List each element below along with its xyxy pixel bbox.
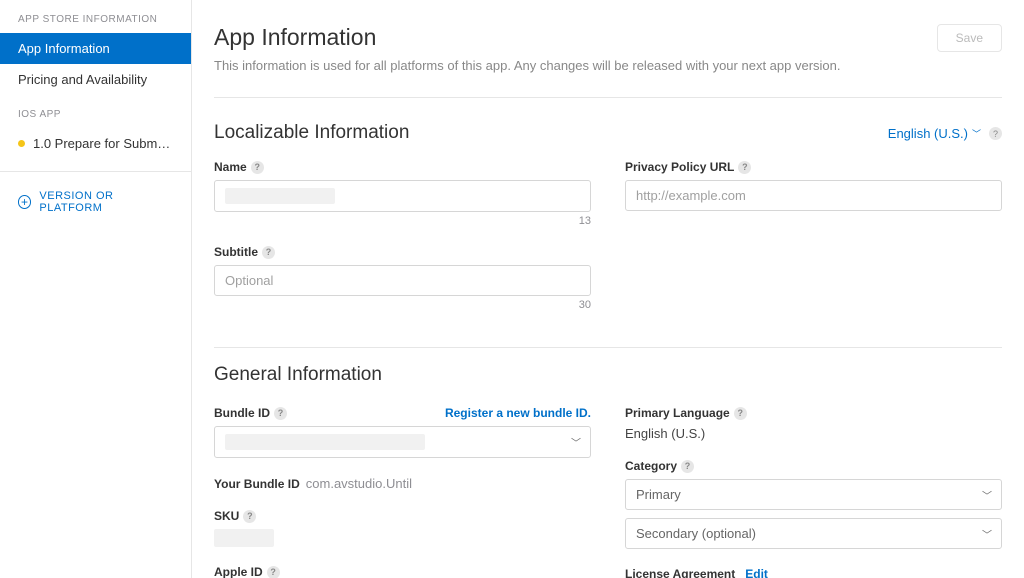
subtitle-label: Subtitle ? [214, 245, 591, 259]
help-icon[interactable]: ? [267, 566, 280, 578]
sidebar-item-label: 1.0 Prepare for Submissi... [33, 136, 173, 151]
plus-circle-icon: + [18, 195, 31, 209]
privacy-url-input[interactable] [625, 180, 1002, 211]
language-selector[interactable]: English (U.S.) ﹀ ? [888, 126, 1002, 141]
your-bundle-id-label: Your Bundle ID [214, 477, 300, 491]
main-content: App Information Save This information is… [192, 0, 1024, 578]
sidebar-item-label: Pricing and Availability [18, 72, 147, 87]
license-edit-link[interactable]: Edit [745, 567, 768, 578]
language-selector-label: English (U.S.) [888, 126, 968, 141]
help-icon[interactable]: ? [251, 161, 264, 174]
section-divider [214, 97, 1002, 98]
add-version-platform-label: VERSION OR PLATFORM [39, 190, 173, 214]
help-icon[interactable]: ? [262, 246, 275, 259]
category-label: Category ? [625, 459, 1002, 473]
name-char-count: 13 [214, 215, 591, 227]
name-label: Name ? [214, 160, 591, 174]
status-dot-icon [18, 140, 25, 147]
bundle-id-label: Bundle ID ? [214, 406, 287, 420]
redacted-sku-value [214, 529, 274, 547]
register-bundle-link[interactable]: Register a new bundle ID. [445, 406, 591, 420]
name-input[interactable] [214, 180, 591, 212]
add-version-platform-button[interactable]: + VERSION OR PLATFORM [0, 184, 191, 220]
save-button[interactable]: Save [937, 24, 1002, 52]
page-title: App Information [214, 24, 376, 51]
help-icon[interactable]: ? [243, 510, 256, 523]
section-localizable-heading: Localizable Information [214, 122, 409, 144]
section-general-heading: General Information [214, 364, 1002, 386]
sidebar-divider [0, 171, 191, 172]
category-primary-select[interactable]: Primary [625, 479, 1002, 510]
license-agreement-label: License Agreement [625, 567, 735, 578]
help-icon[interactable]: ? [681, 460, 694, 473]
subtitle-input[interactable] [214, 265, 591, 296]
primary-language-value: English (U.S.) [625, 426, 1002, 441]
sidebar-item-version[interactable]: 1.0 Prepare for Submissi... [0, 128, 191, 159]
redacted-name-value [225, 188, 335, 204]
page-description: This information is used for all platfor… [214, 58, 1002, 73]
bundle-id-select[interactable] [214, 426, 591, 458]
sku-label: SKU ? [214, 509, 591, 523]
your-bundle-id-value: com.avstudio.Until [306, 476, 412, 491]
section-divider [214, 347, 1002, 348]
redacted-bundle-value [225, 434, 425, 450]
sidebar-section-appstore: APP STORE INFORMATION [0, 0, 191, 33]
sidebar-item-pricing[interactable]: Pricing and Availability [0, 64, 191, 95]
help-icon[interactable]: ? [734, 407, 747, 420]
subtitle-char-count: 30 [214, 299, 591, 311]
help-icon[interactable]: ? [274, 407, 287, 420]
help-icon[interactable]: ? [989, 127, 1002, 140]
sidebar-item-label: App Information [18, 41, 110, 56]
category-secondary-select[interactable]: Secondary (optional) [625, 518, 1002, 549]
chevron-down-icon: ﹀ [972, 127, 981, 140]
sidebar-section-iosapp: IOS APP [0, 95, 191, 128]
primary-language-label: Primary Language ? [625, 406, 1002, 420]
apple-id-label: Apple ID ? [214, 565, 591, 578]
sidebar-item-app-information[interactable]: App Information [0, 33, 191, 64]
sidebar: APP STORE INFORMATION App Information Pr… [0, 0, 192, 578]
help-icon[interactable]: ? [738, 161, 751, 174]
privacy-url-label: Privacy Policy URL ? [625, 160, 1002, 174]
